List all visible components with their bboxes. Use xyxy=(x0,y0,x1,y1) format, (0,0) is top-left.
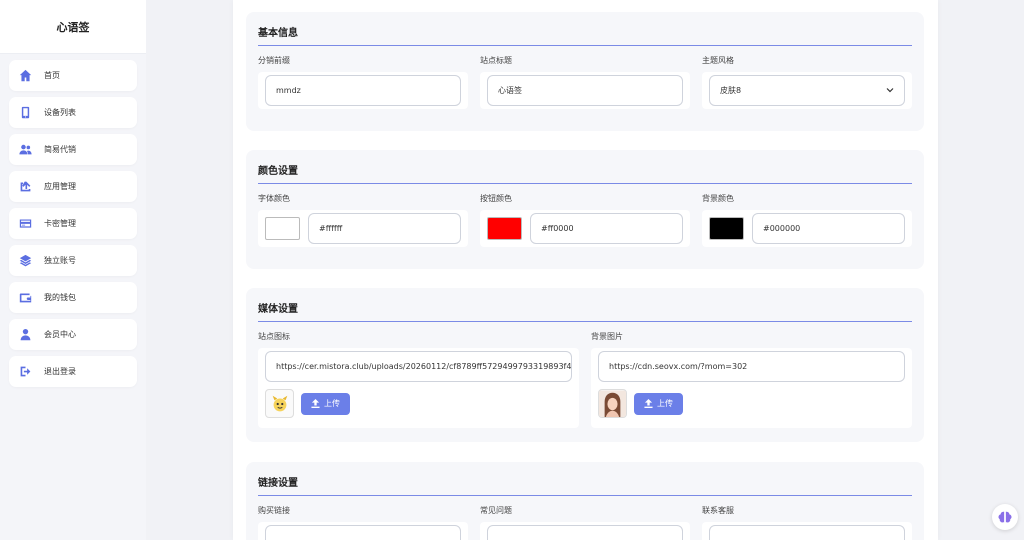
button-color-input[interactable]: #ff0000 xyxy=(530,213,683,244)
section-title: 颜色设置 xyxy=(258,150,912,184)
faq-input[interactable] xyxy=(487,525,683,540)
sidebar-item-accounts[interactable]: 独立账号 xyxy=(9,245,137,276)
upload-label: 上传 xyxy=(324,399,340,408)
prefix-input[interactable]: mmdz xyxy=(265,75,461,106)
button-color-label: 按钮颜色 xyxy=(480,194,512,203)
service-label: 联系客服 xyxy=(702,506,734,515)
font-color-swatch[interactable] xyxy=(265,217,300,240)
sidebar-item-apps[interactable]: 应用管理 xyxy=(9,171,137,202)
sidebar-item-label: 应用管理 xyxy=(44,182,76,191)
user-icon xyxy=(18,328,32,342)
logout-icon xyxy=(18,365,32,379)
chevron-down-icon xyxy=(886,88,894,93)
sidebar-item-label: 首页 xyxy=(44,71,60,80)
bg-image-upload-button[interactable]: 上传 xyxy=(634,392,683,415)
faq-label: 常见问题 xyxy=(480,506,512,515)
buy-link-label: 购买链接 xyxy=(258,506,290,515)
bg-image-input[interactable]: https://cdn.seovx.com/?mom=302 xyxy=(598,351,905,382)
site-icon-thumbnail xyxy=(265,389,294,418)
sidebar-item-label: 简易代销 xyxy=(44,145,76,154)
sidebar-item-label: 我的钱包 xyxy=(44,293,76,302)
button-color-swatch[interactable] xyxy=(487,217,522,240)
theme-label: 主题风格 xyxy=(702,56,734,65)
section-title: 媒体设置 xyxy=(258,288,912,322)
basic-section: 基本信息 分销前缀 mmdz 站点标题 心语签 主题风格 皮肤8 xyxy=(246,12,924,131)
prefix-label: 分销前缀 xyxy=(258,56,290,65)
sidebar-item-wallet[interactable]: 我的钱包 xyxy=(9,282,137,313)
bg-color-label: 背景颜色 xyxy=(702,194,734,203)
sidebar-item-label: 设备列表 xyxy=(44,108,76,117)
sidebar-item-member[interactable]: 会员中心 xyxy=(9,319,137,350)
theme-select-value: 皮肤8 xyxy=(720,86,742,95)
sidebar-item-label: 退出登录 xyxy=(44,367,76,376)
links-section: 链接设置 购买链接 常见问题 联系客服 xyxy=(246,462,924,540)
cartoon-icon xyxy=(272,395,287,411)
site-icon-label: 站点图标 xyxy=(258,332,290,341)
sidebar-item-label: 独立账号 xyxy=(44,256,76,265)
site-icon-input[interactable]: https://cer.mistora.club/uploads/2026011… xyxy=(265,351,572,382)
sidebar-nav: 首页 设备列表 简易代销 应用管理 卡密管理 独立账号 我的钱包 会员中心 退出… xyxy=(0,54,146,387)
main-area: 基本信息 分销前缀 mmdz 站点标题 心语签 主题风格 皮肤8 颜色设置 字体… xyxy=(146,0,1024,540)
font-color-input[interactable]: #ffffff xyxy=(308,213,461,244)
color-section: 颜色设置 字体颜色 #ffffff 按钮颜色 #ff0000 背景颜色 #000… xyxy=(246,150,924,269)
site-icon-upload-button[interactable]: 上传 xyxy=(301,392,350,415)
home-icon xyxy=(18,69,32,83)
site-title-input[interactable]: 心语签 xyxy=(487,75,683,106)
section-title: 链接设置 xyxy=(258,462,912,496)
bg-image-thumbnail xyxy=(598,389,627,418)
upload-icon xyxy=(644,399,653,408)
upload-label: 上传 xyxy=(657,399,673,408)
section-title: 基本信息 xyxy=(258,12,912,46)
media-section: 媒体设置 站点图标 https://cer.mistora.club/uploa… xyxy=(246,288,924,442)
bg-image-label: 背景图片 xyxy=(591,332,623,341)
apps-icon xyxy=(18,180,32,194)
buy-link-input[interactable] xyxy=(265,525,461,540)
upload-icon xyxy=(311,399,320,408)
wallet-icon xyxy=(18,291,32,305)
font-color-label: 字体颜色 xyxy=(258,194,290,203)
phone-icon xyxy=(18,106,32,120)
sidebar: 心语签 首页 设备列表 简易代销 应用管理 卡密管理 独立账号 我的钱包 会员中… xyxy=(0,0,146,540)
bg-color-input[interactable]: #000000 xyxy=(752,213,905,244)
theme-select[interactable]: 皮肤8 xyxy=(709,75,905,106)
site-title-label: 站点标题 xyxy=(480,56,512,65)
sidebar-item-logout[interactable]: 退出登录 xyxy=(9,356,137,387)
card-icon xyxy=(18,217,32,231)
users-icon xyxy=(18,143,32,157)
sidebar-item-label: 卡密管理 xyxy=(44,219,76,228)
sidebar-item-devices[interactable]: 设备列表 xyxy=(9,97,137,128)
sidebar-item-resale[interactable]: 简易代销 xyxy=(9,134,137,165)
portrait-icon xyxy=(599,390,626,417)
sidebar-item-home[interactable]: 首页 xyxy=(9,60,137,91)
bg-color-swatch[interactable] xyxy=(709,217,744,240)
brain-icon xyxy=(998,511,1012,523)
app-title: 心语签 xyxy=(0,0,146,54)
settings-card: 基本信息 分销前缀 mmdz 站点标题 心语签 主题风格 皮肤8 颜色设置 字体… xyxy=(233,0,938,540)
sidebar-item-cards[interactable]: 卡密管理 xyxy=(9,208,137,239)
assistant-float-button[interactable] xyxy=(992,504,1018,530)
sidebar-item-label: 会员中心 xyxy=(44,330,76,339)
service-input[interactable] xyxy=(709,525,905,540)
layers-icon xyxy=(18,254,32,268)
